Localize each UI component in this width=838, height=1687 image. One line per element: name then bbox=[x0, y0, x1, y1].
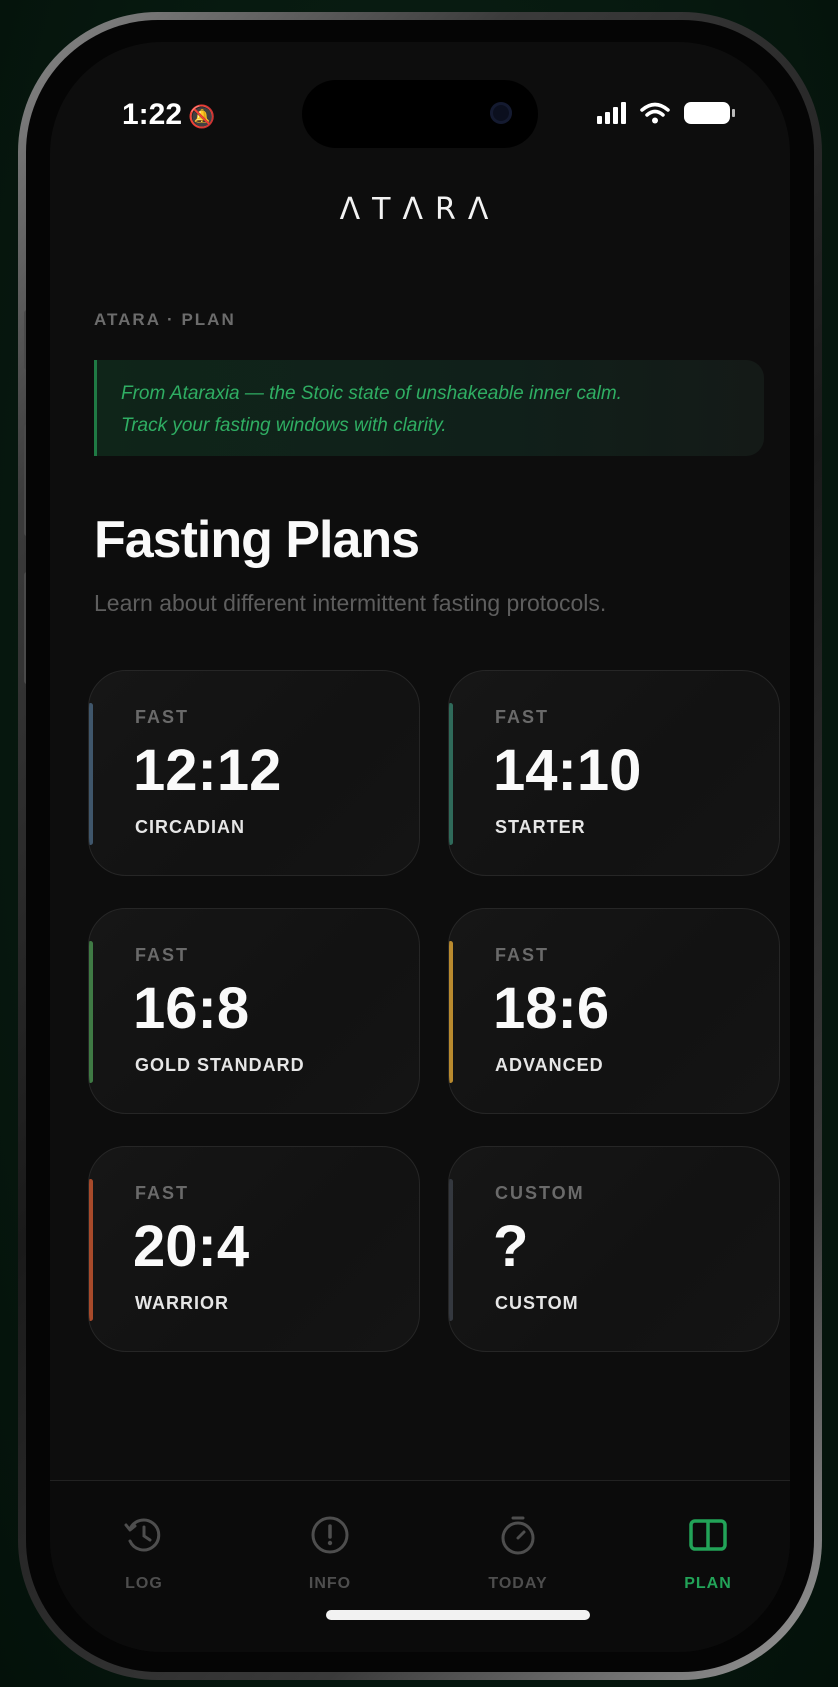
status-time-text: 1:22 bbox=[122, 98, 183, 131]
phone-frame: 1:22 🔕 ΛTΛRΛ ATARA · PLAN From Ataraxia … bbox=[18, 12, 822, 1680]
plan-card-18-6[interactable]: FAST 18:6 ADVANCED bbox=[448, 908, 780, 1114]
plan-name: CIRCADIAN bbox=[135, 817, 245, 837]
plan-kicker: FAST bbox=[135, 945, 190, 965]
app-logo: ΛTΛRΛ bbox=[339, 192, 501, 227]
plan-name: GOLD STANDARD bbox=[135, 1055, 305, 1075]
bell-slash-icon: 🔕 bbox=[188, 104, 216, 129]
camera-icon bbox=[490, 102, 512, 124]
breadcrumb: ATARA · PLAN bbox=[94, 310, 236, 329]
home-indicator[interactable] bbox=[326, 1610, 590, 1620]
status-indicators bbox=[597, 102, 735, 124]
tab-today[interactable]: TODAY bbox=[458, 1513, 578, 1593]
plan-ratio: 14:10 bbox=[493, 738, 642, 803]
plan-card-12-12[interactable]: FAST 12:12 CIRCADIAN bbox=[88, 670, 420, 876]
book-open-icon bbox=[689, 1519, 727, 1551]
plan-name: CUSTOM bbox=[495, 1293, 579, 1313]
quote-callout: From Ataraxia — the Stoic state of unsha… bbox=[94, 360, 764, 456]
wifi-icon bbox=[640, 102, 670, 124]
plan-ratio: ? bbox=[493, 1214, 529, 1279]
card-accent bbox=[449, 1179, 453, 1321]
screen: 1:22 🔕 ΛTΛRΛ ATARA · PLAN From Ataraxia … bbox=[50, 42, 790, 1652]
plan-name: STARTER bbox=[495, 817, 586, 837]
status-time: 1:22 🔕 bbox=[122, 98, 215, 132]
plan-card-14-10[interactable]: FAST 14:10 STARTER bbox=[448, 670, 780, 876]
tab-label: TODAY bbox=[488, 1575, 548, 1592]
card-accent bbox=[89, 703, 93, 845]
quote-line-2: Track your fasting windows with clarity. bbox=[121, 415, 447, 436]
signal-icon bbox=[597, 102, 626, 124]
plan-ratio: 18:6 bbox=[493, 976, 610, 1041]
plan-card-20-4[interactable]: FAST 20:4 WARRIOR bbox=[88, 1146, 420, 1352]
tab-info[interactable]: INFO bbox=[270, 1513, 390, 1593]
plan-kicker: FAST bbox=[495, 945, 550, 965]
tab-bar: LOG INFO TODAY PLAN bbox=[50, 1480, 790, 1652]
tab-label: PLAN bbox=[684, 1575, 732, 1592]
plan-name: WARRIOR bbox=[135, 1293, 229, 1313]
clock-history-icon bbox=[124, 1518, 161, 1552]
battery-icon bbox=[684, 102, 735, 124]
plan-kicker: CUSTOM bbox=[495, 1183, 585, 1203]
card-accent bbox=[89, 941, 93, 1083]
plan-name: ADVANCED bbox=[495, 1055, 604, 1075]
tab-label: INFO bbox=[308, 1575, 352, 1592]
page-title: Fasting Plans bbox=[94, 511, 420, 569]
plan-ratio: 16:8 bbox=[133, 976, 250, 1041]
phone-bezel: 1:22 🔕 ΛTΛRΛ ATARA · PLAN From Ataraxia … bbox=[26, 20, 814, 1672]
stopwatch-icon bbox=[501, 1516, 535, 1555]
plan-kicker: FAST bbox=[495, 707, 550, 727]
card-accent bbox=[449, 703, 453, 845]
info-icon bbox=[311, 1516, 349, 1554]
plan-kicker: FAST bbox=[135, 707, 190, 727]
tab-plan[interactable]: PLAN bbox=[648, 1513, 768, 1593]
dynamic-island bbox=[302, 80, 538, 148]
card-accent bbox=[449, 941, 453, 1083]
tab-label: LOG bbox=[125, 1575, 163, 1592]
plan-kicker: FAST bbox=[135, 1183, 190, 1203]
card-accent bbox=[89, 1179, 93, 1321]
plan-card-custom[interactable]: CUSTOM ? CUSTOM bbox=[448, 1146, 780, 1352]
quote-line-1: From Ataraxia — the Stoic state of unsha… bbox=[121, 383, 622, 404]
tab-log[interactable]: LOG bbox=[84, 1513, 204, 1593]
plan-card-16-8[interactable]: FAST 16:8 GOLD STANDARD bbox=[88, 908, 420, 1114]
plan-ratio: 20:4 bbox=[133, 1214, 250, 1279]
plan-ratio: 12:12 bbox=[133, 738, 282, 803]
page-subtitle: Learn about different intermittent fasti… bbox=[94, 590, 607, 616]
